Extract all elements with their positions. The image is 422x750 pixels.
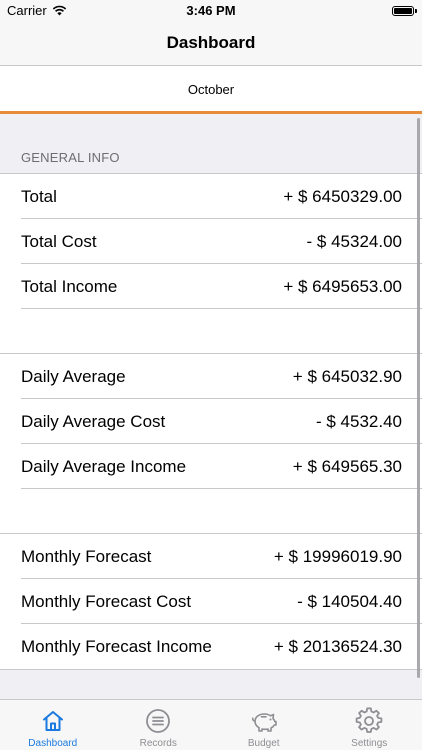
row-spacer [0, 309, 422, 354]
table-row-total[interactable]: Total + $ 6450329.00 [0, 174, 422, 219]
general-info-table: Total + $ 6450329.00 Total Cost - $ 4532… [0, 173, 422, 670]
row-label: Monthly Forecast [21, 546, 152, 566]
piggy-bank-icon [251, 713, 277, 732]
month-label: October [187, 82, 235, 97]
row-label: Daily Average Income [21, 456, 187, 476]
tab-settings[interactable]: Settings [317, 700, 422, 750]
row-value: - $ 45324.00 [306, 231, 402, 251]
tab-label: Records [139, 738, 177, 749]
row-label: Monthly Forecast Income [21, 636, 212, 656]
table-row-monthly-forecast-income[interactable]: Monthly Forecast Income + $ 20136524.30 [0, 624, 422, 669]
table-row-total-income[interactable]: Total Income + $ 6495653.00 [0, 264, 422, 309]
row-value: + $ 645032.90 [292, 366, 402, 386]
tab-label: Dashboard [28, 738, 78, 749]
tab-records[interactable]: Records [106, 700, 212, 750]
scrollbar[interactable] [417, 118, 420, 678]
tab-bar: Dashboard Records Budget Settings [0, 699, 422, 750]
table-row-daily-average-cost[interactable]: Daily Average Cost - $ 4532.40 [0, 399, 422, 444]
row-label: Daily Average [21, 366, 126, 386]
table-row-monthly-forecast[interactable]: Monthly Forecast + $ 19996019.90 [0, 534, 422, 579]
row-value: + $ 6495653.00 [283, 276, 402, 296]
row-value: + $ 20136524.30 [273, 636, 402, 656]
row-value: - $ 4532.40 [315, 411, 402, 431]
row-label: Total Income [21, 276, 118, 296]
gear-icon [355, 707, 383, 733]
home-icon [42, 711, 63, 731]
table-row-monthly-forecast-cost[interactable]: Monthly Forecast Cost - $ 140504.40 [0, 579, 422, 624]
tab-label: Budget [247, 738, 280, 749]
row-spacer [0, 489, 422, 534]
table-row-daily-average[interactable]: Daily Average + $ 645032.90 [0, 354, 422, 399]
status-time: 3:46 PM [186, 3, 236, 18]
row-label: Total [21, 186, 57, 206]
row-value: + $ 19996019.90 [273, 546, 402, 566]
row-value: + $ 649565.30 [292, 456, 402, 476]
tab-dashboard[interactable]: Dashboard [0, 700, 106, 750]
list-icon [146, 709, 171, 733]
row-value: - $ 140504.40 [297, 591, 402, 611]
page-title: Dashboard [166, 33, 256, 52]
month-selector[interactable]: October [0, 66, 422, 114]
table-row-daily-average-income[interactable]: Daily Average Income + $ 649565.30 [0, 444, 422, 489]
tab-budget[interactable]: Budget [211, 700, 317, 750]
battery-icon [392, 6, 417, 16]
row-label: Total Cost [21, 231, 97, 251]
row-label: Daily Average Cost [21, 411, 166, 431]
status-bar: Carrier 3:46 PM [0, 0, 422, 22]
navigation-bar: Dashboard [0, 22, 422, 66]
tab-label: Settings [351, 738, 388, 749]
row-value: + $ 6450329.00 [283, 186, 402, 206]
row-label: Monthly Forecast Cost [21, 591, 192, 611]
section-header-general-info: GENERAL INFO [21, 150, 120, 165]
table-row-total-cost[interactable]: Total Cost - $ 45324.00 [0, 219, 422, 264]
